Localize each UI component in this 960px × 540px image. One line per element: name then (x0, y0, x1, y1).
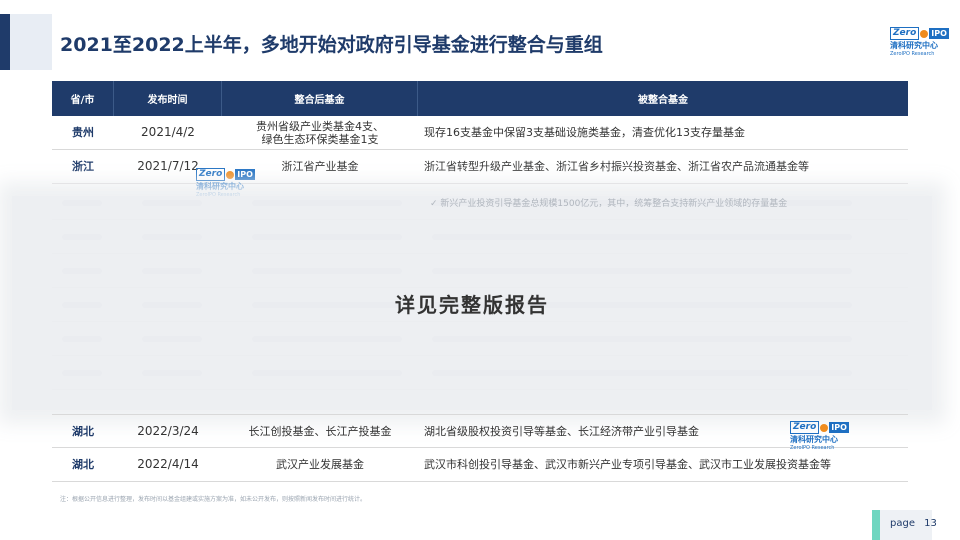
table-row: 湖北 2022/3/24 长江创投基金、长江产投基金 湖北省级股权投资引导等基金… (52, 414, 908, 448)
table-header: 省/市 发布时间 整合后基金 被整合基金 (52, 81, 908, 116)
fund-integration-table-bottom: 湖北 2022/3/24 长江创投基金、长江产投基金 湖北省级股权投资引导等基金… (52, 414, 908, 482)
full-report-notice: 详见完整版报告 (395, 292, 549, 317)
header-date: 发布时间 (114, 81, 222, 116)
cell-merged-line: 贵州省级产业类基金4支、 (256, 119, 384, 133)
table-row: 湖北 2022/4/14 武汉产业发展基金 武汉市科创投引导基金、武汉市新兴产业… (52, 448, 908, 482)
cell-merged-fund: 长江创投基金、长江产投基金 (248, 424, 392, 438)
zeroipo-logo: Zero IPO 清科研究中心 ZeroIPO Research (890, 27, 949, 57)
cell-date: 2021/4/2 (141, 125, 195, 139)
cell-source-fund: 现存16支基金中保留3支基础设施类基金，清查优化13支存量基金 (424, 126, 745, 139)
cell-date: 2022/3/24 (137, 423, 199, 438)
table-row: 贵州 2021/4/2 贵州省级产业类基金4支、 绿色生态环保类基金1支 现存1… (52, 116, 908, 150)
logo-en-text: ZeroIPO Research (890, 51, 935, 57)
logo-cn-text: 清科研究中心 (890, 41, 938, 50)
logo-ipo-text: IPO (235, 169, 255, 180)
cell-source-fund: 浙江省转型升级产业基金、浙江省乡村振兴投资基金、浙江省农产品流通基金等 (424, 160, 809, 173)
logo-dot-icon (820, 423, 829, 432)
table-row: 浙江 2021/7/12 浙江省产业基金 浙江省转型升级产业基金、浙江省乡村振兴… (52, 150, 908, 184)
title-accent-bar (0, 14, 10, 70)
cell-merged-line: 绿色生态环保类基金1支 (261, 132, 379, 146)
logo-en-text: ZeroIPO Research (790, 445, 835, 451)
logo-cn-text: 清科研究中心 (790, 435, 838, 444)
page-title: 2021至2022上半年，多地开始对政府引导基金进行整合与重组 (60, 34, 603, 56)
page-label: page (890, 518, 915, 529)
cell-province: 湖北 (72, 458, 94, 471)
logo-dot-icon (226, 170, 235, 179)
footnote: 注：根据公开信息进行整理，发布时间以基金组建或实施方案为准，如未公开发布，则按照… (60, 496, 367, 503)
cell-merged-fund: 武汉产业发展基金 (276, 458, 364, 471)
logo-zero-text: Zero (196, 168, 226, 181)
cell-province: 湖北 (72, 424, 94, 438)
page-number-value: 13 (924, 518, 937, 529)
zeroipo-watermark-logo: Zero IPO 清科研究中心 ZeroIPO Research (196, 168, 255, 198)
page-number-accent (872, 510, 880, 540)
cell-province: 浙江 (72, 160, 94, 173)
page-number: page 13 (890, 518, 937, 529)
logo-dot-icon (920, 29, 929, 38)
cell-date: 2022/4/14 (137, 457, 199, 471)
logo-ipo-text: IPO (929, 28, 949, 39)
logo-zero-text: Zero (890, 27, 920, 40)
cell-source-fund: 武汉市科创投引导基金、武汉市新兴产业专项引导基金、武汉市工业发展投资基金等 (424, 458, 831, 471)
fund-integration-table: 省/市 发布时间 整合后基金 被整合基金 贵州 2021/4/2 贵州省级产业类… (52, 81, 908, 184)
logo-ipo-text: IPO (829, 422, 849, 433)
header-source-fund: 被整合基金 (638, 95, 688, 106)
logo-zero-text: Zero (790, 421, 820, 434)
paywall-overlay: ✓ 新兴产业投资引导基金总规模1500亿元，其中，统筹整合支持新兴产业领域的存量… (12, 196, 932, 410)
title-accent-shade (10, 14, 52, 70)
header-merged-fund: 整合后基金 (222, 81, 418, 116)
zeroipo-watermark-logo: Zero IPO 清科研究中心 ZeroIPO Research (790, 421, 849, 451)
header-province: 省/市 (52, 81, 114, 116)
cell-province: 贵州 (72, 126, 94, 139)
hidden-preview-text: ✓ 新兴产业投资引导基金总规模1500亿元，其中，统筹整合支持新兴产业领域的存量… (430, 199, 788, 209)
cell-merged-fund: 贵州省级产业类基金4支、 绿色生态环保类基金1支 (222, 116, 418, 149)
logo-cn-text: 清科研究中心 (196, 182, 244, 191)
